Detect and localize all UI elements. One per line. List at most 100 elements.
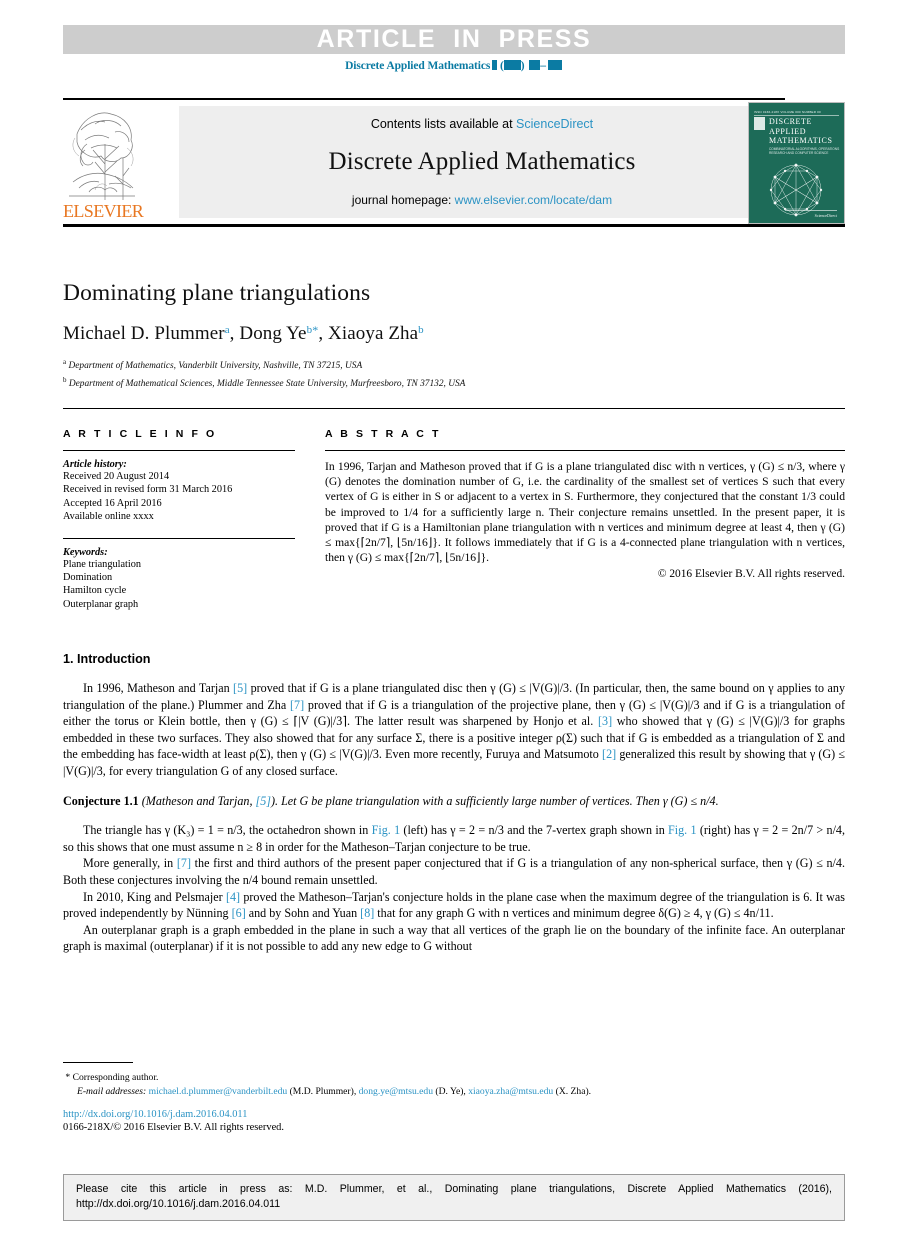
footnote-rule: [63, 1062, 133, 1063]
history-item: Accepted 16 April 2016: [63, 497, 162, 509]
footnote-block: * Corresponding author. E-mail addresses…: [63, 1062, 845, 1133]
author-separator-2: ,: [318, 323, 329, 344]
reference-link[interactable]: [8]: [360, 906, 374, 920]
conjecture-statement: Let G be plane triangulation with a suff…: [281, 793, 719, 808]
elsevier-tree-icon: [69, 112, 135, 200]
keywords-list: Plane triangulation Domination Hamilton …: [63, 558, 295, 612]
email-owner-zha: (X. Zha): [555, 1086, 589, 1097]
keyword-item: Hamilton cycle: [63, 585, 127, 597]
conjecture-label: Conjecture 1.1: [63, 793, 139, 808]
author-affiliation-mark-3[interactable]: b: [418, 324, 424, 336]
author-name-1: Michael D. Plummer: [63, 323, 225, 344]
article-info-panel: A R T I C L E I N F O Article history: R…: [63, 428, 295, 611]
masthead-bottom-rule: [63, 224, 845, 227]
reference-link[interactable]: [3]: [598, 714, 612, 728]
article-history-label: Article history:: [63, 459, 127, 470]
cover-footer-text: ScienceDirect: [814, 213, 837, 218]
page-title: Dominating plane triangulations: [63, 280, 371, 306]
affiliation-item: b Department of Mathematical Sciences, M…: [63, 374, 845, 392]
cover-title-line2: APPLIED: [769, 126, 807, 136]
cover-title-line3: MATHEMATICS: [769, 136, 833, 145]
reference-link[interactable]: [4]: [226, 890, 240, 904]
section-heading-introduction: 1. Introduction: [63, 652, 845, 666]
article-info-rule-mid: [63, 537, 295, 539]
title-block: Dominating plane triangulations Michael …: [63, 280, 845, 391]
cite-box-line-1: Please cite this article in press as: M.…: [76, 1183, 832, 1195]
cover-graph-icon: [769, 163, 823, 217]
contents-available-prefix: Contents lists available at: [370, 117, 517, 131]
running-citation-dash: –: [540, 60, 546, 72]
paragraph-intro-2: The triangle has γ (K₃) = 1 = n/3, the o…: [63, 823, 846, 854]
abstract-copyright: © 2016 Elsevier B.V. All rights reserved…: [657, 568, 845, 581]
page-start-placeholder-block: [529, 60, 541, 70]
running-citation-paren-close: ): [520, 60, 528, 72]
title-section-rule: [63, 408, 845, 409]
email-addresses-line: E-mail addresses: michael.d.plummer@vand…: [63, 1085, 845, 1099]
journal-homepage-line: journal homepage: www.elsevier.com/locat…: [352, 193, 612, 207]
history-item: Available online xxxx: [63, 511, 154, 523]
figure-link[interactable]: Fig. 1: [668, 823, 697, 837]
keywords-label: Keywords:: [63, 546, 108, 558]
history-item: Received 20 August 2014: [63, 471, 170, 482]
cite-this-article-box: Please cite this article in press as: M.…: [63, 1174, 845, 1221]
paragraph-intro-4: In 2010, King and Pelsmajer [4] proved t…: [63, 889, 845, 921]
author-name-2: Dong Ye: [239, 323, 307, 344]
cover-title: DISCRETE APPLIED MATHEMATICS: [769, 117, 833, 146]
elsevier-logo: ELSEVIER: [63, 104, 144, 224]
issn-copyright-line: 0166-218X/© 2016 Elsevier B.V. All right…: [63, 1122, 284, 1133]
contents-available-line: Contents lists available at ScienceDirec…: [371, 117, 593, 131]
sciencedirect-link[interactable]: ScienceDirect: [516, 117, 593, 131]
introduction-section: 1. Introduction In 1996, Matheson and Ta…: [63, 652, 845, 955]
paragraph-intro-3: More generally, in [7] the first and thi…: [63, 856, 845, 887]
section-title-text: Introduction: [77, 652, 151, 666]
cover-topbar-text: ISSN 0166-218X VOLUME 000 NUMBER 00: [754, 108, 839, 116]
email-link-ye[interactable]: dong.ye@mtsu.edu: [359, 1086, 433, 1097]
journal-homepage-prefix: journal homepage:: [351, 193, 455, 207]
doi-link[interactable]: http://dx.doi.org/10.1016/j.dam.2016.04.…: [63, 1109, 845, 1120]
journal-cover-thumbnail: ISSN 0166-218X VOLUME 000 NUMBER 00 DISC…: [748, 102, 845, 224]
cover-elsevier-mark: [754, 117, 765, 130]
figure-link[interactable]: Fig. 1: [372, 823, 401, 837]
reference-link[interactable]: [5]: [233, 681, 247, 695]
email-owner-ye: (D. Ye): [435, 1086, 464, 1097]
email-link-plummer[interactable]: michael.d.plummer@vanderbilt.edu: [149, 1086, 288, 1097]
running-citation: Discrete Applied Mathematics () –: [0, 60, 907, 72]
running-citation-journal: Discrete Applied Mathematics: [345, 60, 491, 72]
abstract-text: In 1996, Tarjan and Matheson proved that…: [325, 460, 845, 565]
affiliation-text-a: Department of Mathematics, Vanderbilt Un…: [68, 361, 363, 371]
abstract-heading: A B S T R A C T: [325, 428, 441, 440]
reference-link[interactable]: [2]: [602, 747, 616, 761]
email-link-zha[interactable]: xiaoya.zha@mtsu.edu: [468, 1086, 553, 1097]
corresponding-author-note: * Corresponding author.: [63, 1071, 845, 1085]
affiliation-mark-a: a: [63, 358, 67, 366]
email-owner-plummer: (M.D. Plummer): [289, 1086, 354, 1097]
journal-homepage-link[interactable]: www.elsevier.com/locate/dam: [455, 193, 612, 207]
keyword-item: Plane triangulation: [63, 558, 142, 570]
article-history-list: Received 20 August 2014 Received in revi…: [63, 470, 295, 524]
corresponding-author-marker: *: [65, 1072, 71, 1083]
cover-footer-rule: [785, 210, 837, 211]
journal-masthead: ELSEVIER Contents lists available at Sci…: [63, 98, 845, 227]
cite-box-line-2: http://dx.doi.org/10.1016/j.dam.2016.04.…: [76, 1198, 281, 1210]
email-period: .: [588, 1086, 592, 1097]
reference-link[interactable]: [6]: [232, 906, 246, 920]
keyword-item: Outerplanar graph: [63, 598, 139, 610]
email-addresses-label: E-mail addresses:: [77, 1086, 147, 1097]
article-in-press-banner: ARTICLE IN PRESS: [63, 25, 845, 54]
abstract-panel: A B S T R A C T In 1996, Tarjan and Math…: [325, 428, 845, 580]
reference-link[interactable]: [7]: [177, 856, 191, 870]
masthead-top-rule: [63, 98, 785, 100]
affiliation-text-b: Department of Mathematical Sciences, Mid…: [68, 378, 466, 389]
article-info-heading: A R T I C L E I N F O: [63, 428, 217, 440]
author-list: Michael D. Plummera, Dong Yeb*, Xiaoya Z…: [63, 323, 845, 345]
affiliation-mark-b: b: [63, 375, 67, 384]
reference-link[interactable]: [7]: [290, 698, 304, 712]
author-name-3: Xiaoya Zha: [328, 323, 419, 344]
conjecture-1-1: Conjecture 1.1 (Matheson and Tarjan, [5]…: [63, 793, 845, 810]
paragraph-intro-1: In 1996, Matheson and Tarjan [5] proved …: [63, 681, 846, 778]
page-end-placeholder-block: [547, 60, 562, 70]
article-in-press-text: ARTICLE IN PRESS: [316, 25, 592, 53]
reference-link[interactable]: [5]: [256, 794, 271, 808]
journal-title: Discrete Applied Mathematics: [328, 148, 636, 175]
conjecture-source: (Matheson and Tarjan, [5]).: [141, 793, 279, 808]
